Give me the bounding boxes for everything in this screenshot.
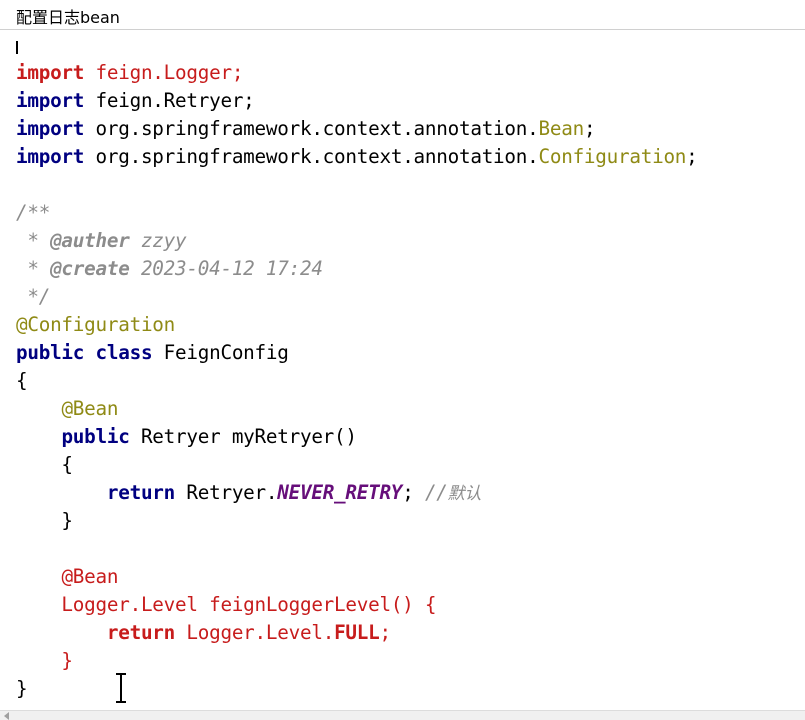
code-token: Bean [538,117,585,140]
horizontal-scrollbar[interactable] [0,710,805,720]
code-line[interactable]: /** [16,199,50,227]
code-token: ; [402,481,425,504]
code-token: @auther [50,229,130,252]
code-token: } [16,677,28,700]
code-token: Logger.Level. [175,621,335,644]
code-line[interactable]: } [16,675,28,703]
code-line[interactable]: * @create 2023-04-12 17:24 [16,255,323,283]
scroll-left-icon[interactable] [4,712,9,720]
code-token: public class [16,341,153,364]
code-line[interactable]: */ [16,283,50,311]
code-line[interactable]: } [16,507,73,535]
code-line[interactable]: @Bean [16,563,118,591]
code-token: ; [583,117,596,140]
window-title: 配置日志bean [16,8,120,27]
ibeam-cursor-icon [116,673,126,703]
code-token: ; [686,145,698,168]
code-token: Retryer. [175,481,278,504]
code-token: import [16,61,85,84]
code-token: org.springframework.context.annotation. [84,117,539,140]
code-line[interactable]: public class FeignConfig [16,339,289,367]
code-token: 2023-04-12 17:24 [129,257,323,280]
code-token: * [16,257,51,280]
code-token: FeignConfig [152,341,289,364]
code-token: /** [16,201,51,224]
code-token: public [61,425,130,448]
code-editor[interactable]: import feign.Logger; import feign.Retryer… [0,31,805,710]
code-token: @Bean [61,397,119,420]
code-token: @Bean [61,565,119,588]
code-token: Logger.Level feignLoggerLevel() { [16,593,437,616]
code-token: // [424,481,448,504]
code-token: org.springframework.context.annotation. [84,145,539,168]
code-line[interactable]: Logger.Level feignLoggerLevel() { [16,591,436,619]
code-line[interactable]: return Logger.Level.FULL; [16,619,391,647]
code-token: import [16,145,85,168]
code-token: Retryer myRetryer() [129,425,357,448]
code-token: @create [50,257,130,280]
code-line[interactable]: * @auther zzyy [16,227,186,255]
code-token: NEVER_RETRY [277,481,403,504]
code-token: { [16,453,73,476]
code-token: import [16,89,85,112]
text-caret [16,41,18,54]
code-token: 默认 [447,484,482,504]
code-line[interactable]: } [16,647,73,675]
code-line[interactable]: public Retryer myRetryer() [16,423,357,451]
code-token: FULL [334,621,380,644]
code-line[interactable]: import org.springframework.context.annot… [16,143,698,171]
code-token: */ [16,285,51,308]
code-token: import [16,117,85,140]
code-line[interactable]: @Configuration [16,311,175,339]
code-line[interactable]: import org.springframework.context.annot… [16,115,596,143]
code-line[interactable]: { [16,451,73,479]
code-line[interactable]: { [16,367,28,395]
code-line[interactable]: import feign.Logger; [16,59,243,87]
code-token: ; [379,621,392,644]
code-line[interactable]: return Retryer.NEVER_RETRY; //默认 [16,479,482,507]
code-token: zzyy [129,229,187,252]
code-token: * [16,229,51,252]
code-token: feign.Retryer; [84,89,255,112]
code-token: } [16,649,73,672]
code-line[interactable]: @Bean [16,395,118,423]
code-token: feign.Logger; [84,61,244,84]
code-token: return [106,621,176,644]
code-token: Configuration [538,145,687,168]
code-token: { [16,369,28,392]
code-token: @Configuration [16,313,176,336]
code-token: } [16,509,73,532]
code-line[interactable]: import feign.Retryer; [16,87,255,115]
code-token: return [106,481,176,504]
title-bar: 配置日志bean [0,0,805,30]
